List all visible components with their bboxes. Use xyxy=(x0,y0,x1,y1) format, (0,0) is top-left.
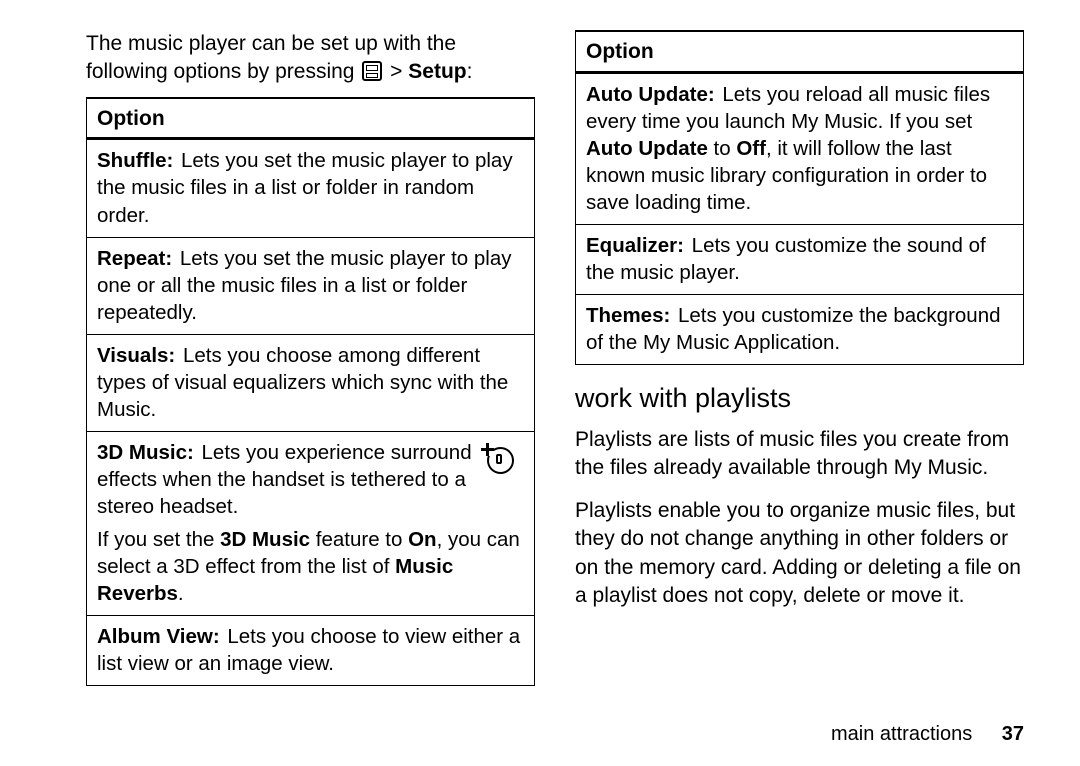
option-header-right: Option xyxy=(576,32,1023,74)
opt-auto-name: Auto Update: xyxy=(586,83,715,106)
option-row-repeat: Repeat: Lets you set the music player to… xyxy=(87,238,534,335)
intro-line2a: following options by pressing xyxy=(86,60,360,83)
option-row-3dmusic: 3D Music: Lets you experience surround e… xyxy=(87,432,534,616)
playlists-paragraph-2: Playlists enable you to organize music f… xyxy=(575,497,1024,610)
opt-eq-name: Equalizer: xyxy=(586,234,684,257)
menu-icon xyxy=(362,61,382,81)
option-row-autoupdate: Auto Update: Lets you reload all music f… xyxy=(576,74,1023,225)
option-header-left: Option xyxy=(87,99,534,141)
manual-page: The music player can be set up with the … xyxy=(0,0,1080,766)
opt-shuffle-name: Shuffle: xyxy=(97,149,173,172)
right-column: Option Auto Update: Lets you reload all … xyxy=(575,30,1024,686)
two-column-layout: The music player can be set up with the … xyxy=(86,30,1024,686)
intro-line1: The music player can be set up with the xyxy=(86,32,456,55)
page-footer: main attractions 37 xyxy=(831,723,1024,746)
option-row-themes: Themes: Lets you customize the backgroun… xyxy=(576,295,1023,364)
opt-visuals-name: Visuals: xyxy=(97,344,175,367)
option-table-right: Option Auto Update: Lets you reload all … xyxy=(575,30,1024,365)
opt-repeat-name: Repeat: xyxy=(97,247,172,270)
option-row-albumview: Album View: Lets you choose to view eith… xyxy=(87,616,534,685)
opt-themes-name: Themes: xyxy=(586,304,670,327)
option-table-left: Option Shuffle: Lets you set the music p… xyxy=(86,97,535,687)
intro-gt: > xyxy=(384,60,408,83)
intro-paragraph: The music player can be set up with the … xyxy=(86,30,535,87)
intro-colon: : xyxy=(467,60,473,83)
page-number: 37 xyxy=(1002,723,1024,745)
setup-label: Setup xyxy=(408,60,466,83)
opt-3d-extra: If you set the 3D Music feature to On, y… xyxy=(97,526,524,607)
footer-section: main attractions xyxy=(831,723,972,745)
left-column: The music player can be set up with the … xyxy=(86,30,535,686)
playlists-paragraph-1: Playlists are lists of music files you c… xyxy=(575,426,1024,483)
headset-plus-icon xyxy=(487,447,514,474)
option-row-shuffle: Shuffle: Lets you set the music player t… xyxy=(87,140,534,237)
opt-3d-name: 3D Music: xyxy=(97,441,194,464)
section-heading-playlists: work with playlists xyxy=(575,383,1024,414)
option-row-visuals: Visuals: Lets you choose among different… xyxy=(87,335,534,432)
opt-album-name: Album View: xyxy=(97,625,220,648)
option-row-equalizer: Equalizer: Lets you customize the sound … xyxy=(576,225,1023,295)
